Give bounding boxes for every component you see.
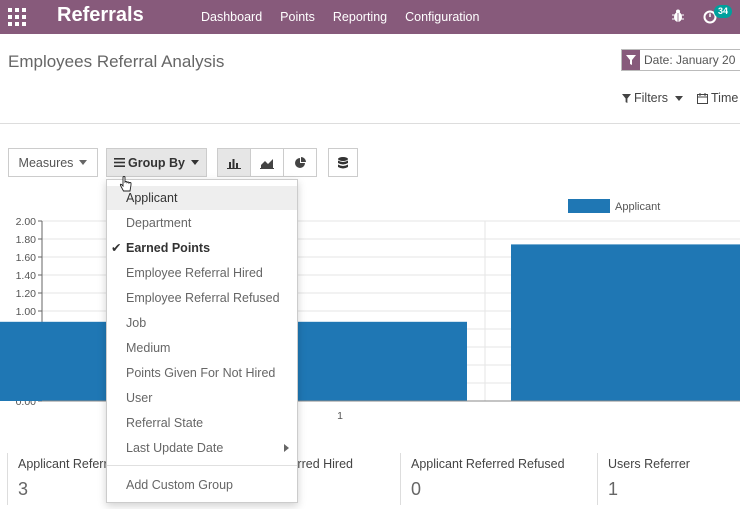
checkmark-icon: ✔ — [111, 241, 122, 255]
menu-reporting[interactable]: Reporting — [333, 10, 387, 24]
y-tick-label: 1.60 — [16, 252, 37, 264]
caret-down-icon — [190, 160, 199, 165]
time-ranges-button[interactable]: Time — [697, 91, 738, 105]
time-ranges-label: Time — [711, 91, 739, 105]
menu-points[interactable]: Points — [280, 10, 315, 24]
filter-icon — [622, 93, 631, 103]
filters-label: Filters — [634, 91, 669, 105]
control-panel: Employees Referral Analysis Date: Januar… — [0, 34, 740, 124]
y-tick-label: 1.80 — [16, 234, 37, 246]
kpi-value: 3 — [18, 479, 29, 499]
group-by-dropdown-menu: Add Custom Group Applicant Department ✔ Ear… — [106, 179, 298, 503]
group-by-option-medium[interactable]: Medium — [107, 336, 297, 360]
bar-chart-icon — [227, 158, 241, 169]
chart-type-switcher — [217, 148, 317, 177]
option-label: Last Update Date — [126, 441, 224, 455]
kpi-value: 1 — [608, 479, 619, 499]
y-tick-label: 1.20 — [16, 288, 37, 300]
caret-down-icon — [675, 95, 684, 101]
page-title: Employees Referral Analysis — [8, 52, 225, 71]
group-by-option-earned-points[interactable]: ✔ Earned Points — [107, 236, 297, 260]
debug-bug-icon[interactable] — [672, 9, 684, 23]
menu-dashboard[interactable]: Dashboard — [201, 10, 262, 24]
option-label: Department — [126, 216, 192, 230]
y-tick-label: 2.00 — [16, 216, 37, 228]
kpi-label: Applicant Referred Hired — [298, 457, 353, 471]
activity-count-badge: 34 — [714, 5, 733, 18]
option-label: Employee Referral Hired — [126, 266, 263, 280]
kpi-applicant-referred-refused[interactable]: Applicant Referred Refused 0 — [400, 453, 597, 505]
bar — [511, 244, 740, 401]
legend-label: Applicant — [615, 201, 660, 213]
group-by-option-employee-referral-hired[interactable]: Employee Referral Hired — [107, 261, 297, 285]
legend-swatch — [568, 199, 610, 213]
list-bars-icon — [114, 158, 126, 167]
kpi-applicant-referred-hired[interactable]: Applicant Referred Hired — [298, 453, 400, 505]
y-tick-label: 1.40 — [16, 270, 37, 282]
measures-button[interactable]: Measures — [8, 148, 98, 177]
filters-button[interactable]: Filters — [622, 91, 684, 105]
kpi-label: Applicant Referred — [18, 457, 106, 471]
option-label: Referral State — [126, 416, 204, 430]
option-label: User — [126, 391, 153, 405]
top-navbar: Referrals Dashboard Points Reporting Con… — [0, 0, 740, 34]
option-label: Employee Referral Refused — [126, 291, 280, 305]
apps-menu-icon[interactable] — [8, 8, 26, 26]
y-tick-label: 1.00 — [16, 306, 37, 318]
pie-chart-icon — [295, 156, 306, 168]
database-icon — [338, 156, 348, 168]
caret-right-icon — [284, 444, 289, 452]
stacked-toggle-button[interactable] — [328, 148, 358, 177]
kpi-applicant-referred[interactable]: Applicant Referred 3 — [7, 453, 106, 505]
x-tick-label: 1 — [337, 410, 343, 422]
group-by-option-job[interactable]: Job — [107, 311, 297, 335]
add-custom-group-item[interactable]: Add Custom Group — [107, 473, 297, 497]
menu-divider — [107, 465, 297, 466]
option-label: Medium — [126, 341, 171, 355]
search-facet-date[interactable]: Date: January 20 — [621, 49, 740, 71]
option-label: Job — [126, 316, 147, 330]
pie-chart-button[interactable] — [283, 148, 317, 177]
group-by-option-points-given-for-not-hired[interactable]: Points Given For Not Hired — [107, 361, 297, 385]
filter-funnel-icon — [622, 50, 640, 70]
group-by-option-user[interactable]: User — [107, 386, 297, 410]
main-menu: Dashboard Points Reporting Configuration — [201, 10, 497, 24]
kpi-label: Users Referrer — [608, 457, 690, 471]
option-label: Applicant — [126, 191, 178, 205]
kpi-label: Applicant Referred Refused — [411, 457, 565, 471]
group-by-option-applicant[interactable]: Applicant — [107, 186, 297, 210]
option-label: Points Given For Not Hired — [126, 366, 276, 380]
facet-label: Date: January 20 — [644, 53, 736, 67]
group-by-option-department[interactable]: Department — [107, 211, 297, 235]
bar-chart-button[interactable] — [217, 148, 251, 177]
measures-label: Measures — [18, 155, 74, 170]
group-by-option-referral-state[interactable]: Referral State — [107, 411, 297, 435]
kpi-users-referrer[interactable]: Users Referrer 1 — [597, 453, 740, 505]
group-by-button[interactable]: Group By — [106, 148, 207, 177]
menu-configuration[interactable]: Configuration — [405, 10, 479, 24]
group-by-label: Group By — [128, 155, 185, 170]
app-title[interactable]: Referrals — [57, 4, 144, 27]
line-chart-button[interactable] — [250, 148, 284, 177]
kpi-value: 0 — [411, 479, 422, 499]
hand-cursor-icon — [119, 176, 132, 192]
line-chart-icon — [260, 158, 274, 169]
caret-down-icon — [79, 160, 88, 165]
calendar-icon — [697, 92, 708, 104]
group-by-option-last-update-date[interactable]: Last Update Date — [107, 436, 297, 460]
group-by-option-employee-referral-refused[interactable]: Employee Referral Refused — [107, 286, 297, 310]
option-label: Earned Points — [126, 241, 211, 255]
